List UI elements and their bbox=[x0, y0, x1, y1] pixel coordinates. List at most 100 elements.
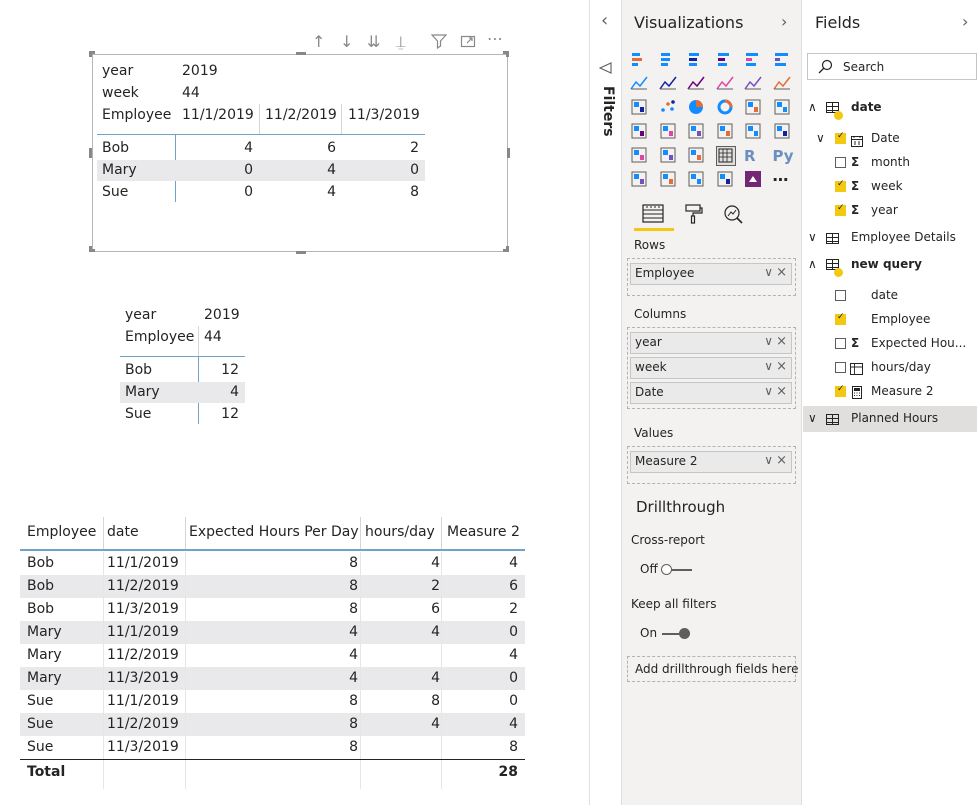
r-visual-icon[interactable]: R bbox=[744, 146, 764, 166]
funnel-icon[interactable] bbox=[687, 122, 707, 142]
resize-handle[interactable] bbox=[296, 52, 306, 55]
table-name-new-query[interactable]: new query bbox=[851, 257, 922, 271]
checkbox-checked[interactable] bbox=[835, 203, 846, 216]
resize-handle[interactable] bbox=[89, 148, 92, 158]
python-visual-icon[interactable]: Py bbox=[773, 146, 794, 166]
expand-table-icon[interactable]: ∨ bbox=[808, 230, 817, 244]
resize-handle[interactable] bbox=[89, 51, 95, 57]
resize-handle[interactable] bbox=[89, 246, 95, 252]
keep-all-filters-toggle[interactable] bbox=[660, 627, 692, 641]
chevron-down-icon[interactable]: ∨ bbox=[764, 384, 773, 398]
rows-field-pill[interactable]: Employee ∨ × bbox=[630, 263, 792, 285]
table-name-employee-details[interactable]: Employee Details bbox=[851, 230, 956, 244]
table-column-header[interactable]: Employee bbox=[27, 521, 96, 543]
table-column-header[interactable]: Measure 2 bbox=[447, 521, 520, 543]
analytics-tab-icon[interactable] bbox=[722, 203, 744, 229]
100-stacked-bar-icon[interactable] bbox=[744, 50, 764, 70]
globe-icon[interactable] bbox=[716, 170, 736, 190]
focus-mode-icon[interactable] bbox=[460, 33, 476, 53]
100-stacked-column-icon[interactable] bbox=[773, 50, 793, 70]
field-measure-2[interactable]: Measure 2 bbox=[871, 384, 933, 398]
waterfall-icon[interactable] bbox=[630, 98, 650, 118]
fields-pane[interactable] bbox=[803, 0, 977, 805]
table-column-header[interactable]: date bbox=[107, 521, 139, 543]
field-Employee[interactable]: Employee bbox=[871, 312, 930, 326]
line-clustered-column-icon[interactable] bbox=[744, 74, 764, 94]
arrow-down-icon[interactable]: ↓ bbox=[340, 33, 353, 51]
ribbon-chart-icon[interactable] bbox=[772, 74, 793, 94]
scatter-icon[interactable] bbox=[659, 98, 679, 118]
expand-visualizations-icon[interactable]: › bbox=[781, 12, 787, 31]
columns-field-pill[interactable]: week ∨ × bbox=[630, 357, 792, 379]
powerapps-icon[interactable] bbox=[744, 170, 764, 190]
resize-handle[interactable] bbox=[503, 246, 509, 252]
checkbox-checked[interactable] bbox=[835, 312, 846, 325]
gauge-icon[interactable] bbox=[716, 122, 736, 142]
double-arrow-down-icon[interactable]: ⇊ bbox=[367, 33, 380, 51]
shape-map-icon[interactable] bbox=[659, 122, 679, 142]
treemap-icon[interactable] bbox=[744, 98, 764, 118]
columns-field-pill[interactable]: year ∨ × bbox=[630, 332, 792, 354]
donut-icon[interactable] bbox=[716, 98, 736, 118]
search-input[interactable]: Search bbox=[807, 53, 977, 80]
clustered-bar-icon[interactable] bbox=[687, 50, 707, 70]
checkbox-unchecked[interactable] bbox=[835, 157, 846, 168]
expand-table-icon[interactable]: ∨ bbox=[808, 411, 817, 425]
key-influencers-icon[interactable] bbox=[630, 170, 650, 190]
field-Date[interactable]: Date bbox=[871, 131, 900, 145]
field-year[interactable]: year bbox=[871, 203, 898, 217]
stacked-column-icon[interactable] bbox=[659, 50, 679, 70]
close-icon[interactable]: × bbox=[776, 334, 787, 349]
collapse-table-icon[interactable]: ∧ bbox=[808, 257, 817, 271]
table-column-header[interactable]: hours/day bbox=[365, 521, 435, 543]
fields-tab-icon[interactable] bbox=[642, 203, 664, 229]
collapse-filters-icon[interactable]: ‹ bbox=[601, 10, 608, 31]
slicer-icon[interactable] bbox=[659, 146, 679, 166]
columns-field-pill[interactable]: Date ∨ × bbox=[630, 382, 792, 404]
chevron-down-icon[interactable]: ∨ bbox=[764, 453, 773, 467]
area-chart-icon[interactable] bbox=[658, 74, 679, 94]
close-icon[interactable]: × bbox=[776, 453, 787, 468]
field-date[interactable]: date bbox=[871, 288, 898, 302]
matrix-icon[interactable] bbox=[715, 146, 736, 166]
multi-row-card-icon[interactable] bbox=[773, 122, 793, 142]
close-icon[interactable]: × bbox=[776, 384, 787, 399]
filter-icon[interactable] bbox=[430, 33, 448, 53]
checkbox-checked[interactable] bbox=[835, 179, 846, 192]
drillthrough-fields-well[interactable]: Add drillthrough fields here bbox=[627, 656, 799, 682]
pie-icon[interactable] bbox=[687, 98, 707, 118]
report-canvas[interactable]: ↑ ↓ ⇊ ⍊ ⋯ year 2019 week 44 Employee 11/… bbox=[0, 0, 590, 805]
table-column-header[interactable]: Expected Hours Per Day bbox=[189, 521, 359, 543]
chevron-down-icon[interactable]: ∨ bbox=[764, 265, 773, 279]
map-icon[interactable] bbox=[773, 98, 793, 118]
field-month[interactable]: month bbox=[871, 155, 910, 169]
clustered-column-icon[interactable] bbox=[716, 50, 736, 70]
collapse-hierarchy-icon[interactable]: ∨ bbox=[816, 131, 825, 145]
filled-map-icon[interactable] bbox=[630, 122, 650, 142]
resize-handle[interactable] bbox=[507, 148, 510, 158]
arrow-up-icon[interactable]: ↑ bbox=[312, 33, 325, 51]
table-visual[interactable]: Employee date Expected Hours Per Day hours/… bbox=[20, 515, 525, 789]
table-name-planned-hours[interactable]: Planned Hours bbox=[851, 411, 938, 425]
collapse-table-icon[interactable]: ∧ bbox=[808, 100, 817, 114]
more-options-icon[interactable]: ⋯ bbox=[487, 30, 503, 48]
line-chart-icon[interactable] bbox=[630, 74, 650, 94]
expand-hierarchy-icon[interactable]: ⍊ bbox=[396, 33, 406, 51]
checkbox-unchecked[interactable] bbox=[835, 338, 846, 349]
chevron-down-icon[interactable]: ∨ bbox=[764, 334, 773, 348]
checkbox-checked[interactable] bbox=[835, 131, 846, 144]
card-icon[interactable] bbox=[744, 122, 764, 142]
checkbox-unchecked[interactable] bbox=[835, 290, 846, 301]
format-tab-icon[interactable] bbox=[683, 203, 705, 229]
resize-handle[interactable] bbox=[503, 51, 509, 57]
table-name-date[interactable]: date bbox=[851, 100, 882, 114]
field-hours-per-day[interactable]: hours/day bbox=[871, 360, 931, 374]
decomposition-tree-icon[interactable] bbox=[659, 170, 679, 190]
field-week[interactable]: week bbox=[871, 179, 903, 193]
field-expected-hours[interactable]: Expected Hou... bbox=[871, 336, 966, 350]
kpi-icon[interactable] bbox=[630, 146, 650, 166]
checkbox-checked[interactable] bbox=[835, 384, 846, 397]
resize-handle[interactable] bbox=[296, 251, 306, 254]
filters-label[interactable]: Filters bbox=[596, 86, 616, 146]
checkbox-unchecked[interactable] bbox=[835, 362, 846, 373]
